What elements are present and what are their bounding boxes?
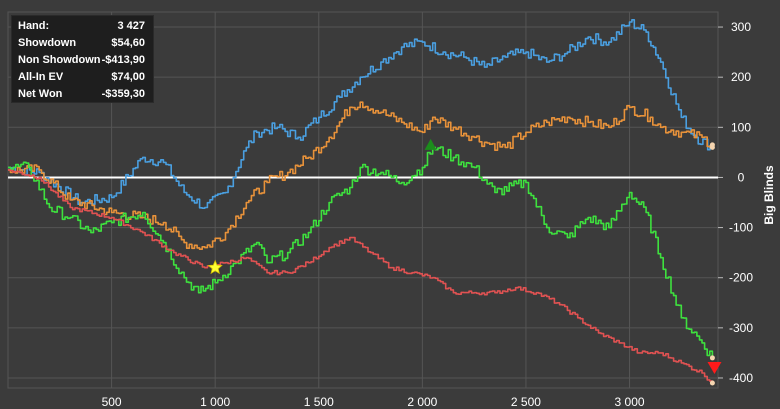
stat-label: Net Won — [18, 88, 63, 100]
stat-value: -$359,30 — [101, 88, 145, 100]
x-tick-label: 3 000 — [615, 395, 645, 409]
stat-label: Non Showdown — [18, 54, 101, 66]
y-tick-label: 0 — [738, 170, 745, 184]
stat-row: Showdown $54,60 — [18, 35, 145, 52]
stat-value: $54,60 — [111, 37, 145, 49]
stat-value: -$413,90 — [101, 54, 145, 66]
stats-panel: Hand: 3 427 Showdown $54,60 Non Showdown -$41… — [11, 15, 154, 103]
x-tick-label: 1 000 — [200, 395, 230, 409]
y-tick-label: -200 — [729, 271, 753, 285]
y-tick-label: -100 — [729, 221, 753, 235]
x-tick-label: 500 — [102, 395, 122, 409]
y-tick-label: 200 — [731, 70, 751, 84]
series-end-dot — [709, 142, 715, 148]
stat-row: Hand: 3 427 — [18, 18, 145, 35]
stat-row: Net Won -$359,30 — [18, 86, 145, 102]
x-tick-label: 2 500 — [511, 395, 541, 409]
stat-row: Non Showdown -$413,90 — [18, 52, 145, 69]
x-tick-label: 1 500 — [304, 395, 334, 409]
series-end-dot — [709, 355, 715, 361]
up-triangle-marker — [424, 138, 437, 150]
y-tick-label: 300 — [731, 20, 751, 34]
stat-label: All-In EV — [18, 71, 64, 83]
series-line — [8, 146, 714, 358]
down-triangle-marker — [707, 361, 722, 374]
y-tick-label: 100 — [731, 120, 751, 134]
stat-value: $74,00 — [111, 71, 145, 83]
stat-label: Showdown — [18, 37, 77, 49]
stat-value: 3 427 — [117, 20, 145, 32]
axis-ticks: 500 1 000 1 500 2 000 2 500 3 000 300 200 100 0 -1… — [102, 20, 754, 409]
x-tick-label: 2 000 — [407, 395, 437, 409]
y-tick-label: -300 — [729, 321, 753, 335]
stat-row: All-In EV $74,00 — [18, 69, 145, 86]
y-tick-label: -400 — [729, 371, 753, 385]
stat-label: Hand: — [18, 20, 50, 32]
series-end-dot — [709, 380, 715, 386]
y-axis-title: Big Blinds — [762, 165, 776, 225]
series-line — [8, 169, 714, 383]
